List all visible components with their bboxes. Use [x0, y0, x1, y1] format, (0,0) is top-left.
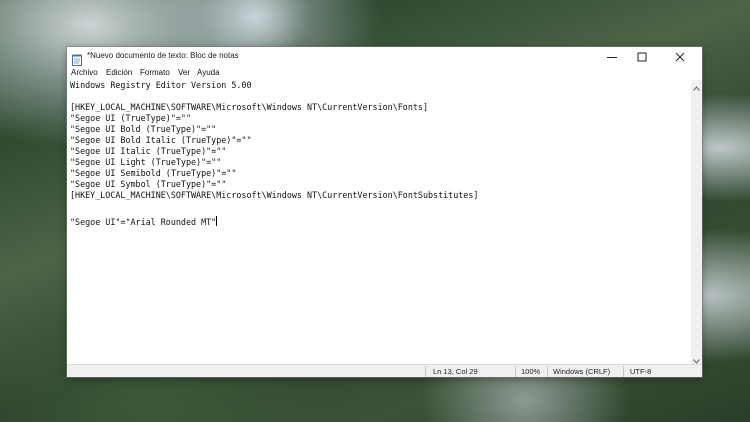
editor-line-3: [HKEY_LOCAL_MACHINE\SOFTWARE\Microsoft\W… [70, 102, 428, 112]
editor-line-13-text: "Segoe UI"="Arial Rounded MT" [70, 217, 217, 227]
notepad-window[interactable]: *Nuevo documento de texto: Bloc de notas… [67, 47, 702, 377]
menu-ver[interactable]: Ver [178, 68, 190, 77]
editor-line-4: "Segoe UI (TrueType)"="" [70, 113, 192, 123]
text-caret [216, 216, 218, 226]
title-bar[interactable]: *Nuevo documento de texto: Bloc de notas [67, 47, 702, 67]
minimize-icon [607, 52, 617, 62]
scroll-up-button[interactable] [691, 80, 702, 91]
status-cursor-position: Ln 13, Col 29 [433, 367, 478, 376]
editor-line-1: Windows Registry Editor Version 5.00 [70, 80, 252, 90]
close-button[interactable] [657, 47, 702, 67]
menu-bar: Archivo Edición Formato Ver Ayuda [67, 67, 702, 80]
maximize-button[interactable] [627, 47, 657, 67]
status-zoom: 100% [521, 367, 541, 376]
editor-line-11: [HKEY_LOCAL_MACHINE\SOFTWARE\Microsoft\W… [70, 190, 479, 200]
status-line-ending: Windows (CRLF) [553, 367, 611, 376]
editor-line-7: "Segoe UI Italic (TrueType)"="" [70, 146, 227, 156]
menu-archivo[interactable]: Archivo [71, 68, 98, 77]
vertical-scrollbar[interactable] [691, 80, 702, 364]
editor-line-9: "Segoe UI Semibold (TrueType)"="" [70, 168, 237, 178]
scroll-down-button[interactable] [691, 353, 702, 364]
editor-line-6: "Segoe UI Bold Italic (TrueType)"="" [70, 135, 252, 145]
menu-formato[interactable]: Formato [140, 68, 170, 77]
status-separator [425, 366, 426, 377]
notepad-icon [72, 51, 82, 66]
status-bar: Ln 13, Col 29 100% Windows (CRLF) UTF-8 [67, 364, 702, 377]
menu-edicion[interactable]: Edición [106, 68, 132, 77]
maximize-icon [637, 52, 647, 62]
window-title: *Nuevo documento de texto: Bloc de notas [87, 51, 239, 60]
status-separator [515, 366, 516, 377]
status-separator [547, 366, 548, 377]
close-icon [675, 52, 685, 62]
editor-line-10: "Segoe UI Symbol (TrueType)"="" [70, 179, 227, 189]
chevron-up-icon [693, 76, 700, 95]
text-editor[interactable]: Windows Registry Editor Version 5.00 [HK… [67, 80, 691, 364]
editor-line-13: "Segoe UI"="Arial Rounded MT" [70, 216, 218, 228]
status-encoding: UTF-8 [630, 367, 652, 376]
editor-line-5: "Segoe UI Bold (TrueType)"="" [70, 124, 217, 134]
minimize-button[interactable] [597, 47, 627, 67]
editor-line-8: "Segoe UI Light (TrueType)"="" [70, 157, 222, 167]
menu-ayuda[interactable]: Ayuda [197, 68, 220, 77]
status-separator [623, 366, 624, 377]
